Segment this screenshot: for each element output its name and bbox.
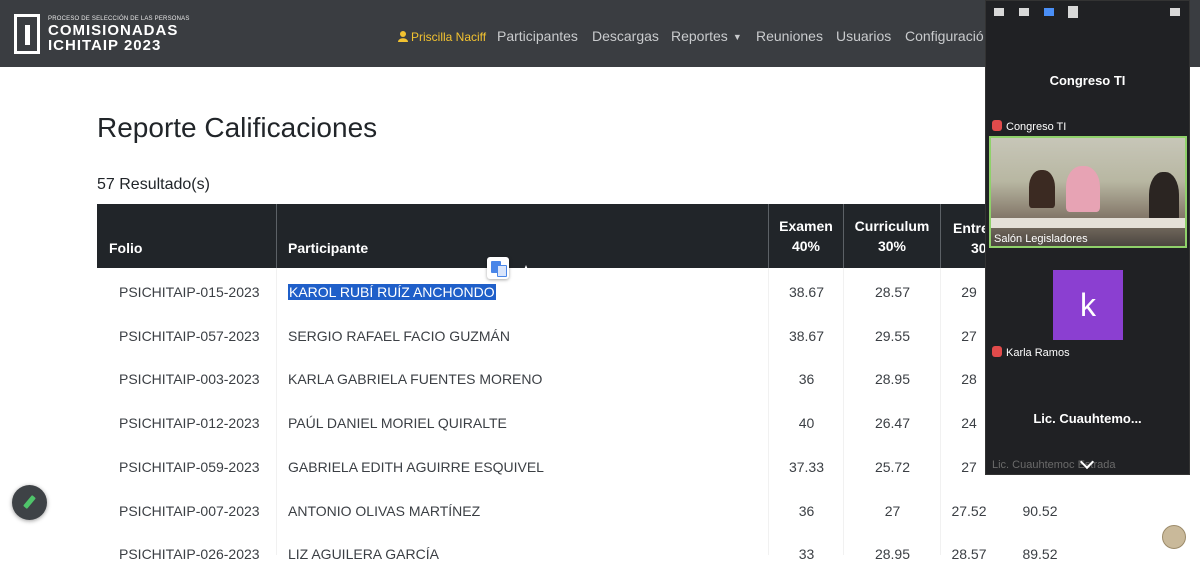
- video-call-panel: Congreso TI Congreso TI Salón Legislador…: [985, 0, 1190, 475]
- table-row[interactable]: PSICHITAIP-007-2023 ANTONIO OLIVAS MARTÍN…: [97, 489, 1058, 533]
- cell-examen: 33: [798, 546, 815, 563]
- cell-nombre: SERGIO RAFAEL FACIO GUZMÁN: [288, 327, 510, 344]
- cell-examen: 37.33: [788, 458, 825, 475]
- cell-examen: 40: [798, 415, 815, 432]
- table-row[interactable]: PSICHITAIP-057-2023 SERGIO RAFAEL FACIO G…: [97, 314, 997, 358]
- mouse-cursor-icon: [520, 265, 532, 279]
- cell-nombre: PAÚL DANIEL MORIEL QUIRALTE: [288, 415, 507, 432]
- participant-tag-3: Karla Ramos: [992, 346, 1070, 359]
- cell-examen: 38.67: [788, 327, 825, 344]
- table-row[interactable]: PSICHITAIP-003-2023 KARLA GABRIELA FUENTE…: [97, 357, 997, 401]
- logo-line-2: ICHITAIP 2023: [48, 37, 162, 54]
- cell-curriculum: 28.57: [874, 284, 911, 300]
- participant-tag-1: Congreso TI: [992, 120, 1066, 133]
- nav-configuracion[interactable]: Configuració: [905, 28, 984, 44]
- cell-curriculum: 29.55: [874, 327, 911, 344]
- cell-examen: 36: [798, 502, 815, 519]
- cell-folio: PSICHITAIP-059-2023: [119, 458, 260, 475]
- cell-curriculum: 28.95: [874, 546, 911, 563]
- window-minimize-icon[interactable]: [994, 8, 1004, 16]
- nav-descargas[interactable]: Descargas: [592, 28, 659, 44]
- cell-total: 89.52: [1022, 546, 1058, 563]
- table-row[interactable]: PSICHITAIP-026-2023 LIZ AGUILERA GARCÍA 33…: [97, 532, 1058, 576]
- participant-video-feed[interactable]: Salón Legisladores: [989, 136, 1187, 248]
- participant-tag-2: Salón Legisladores: [994, 233, 1088, 245]
- table-row[interactable]: PSICHITAIP-015-2023 KAROL RUBÍ RUÍZ ANCHO…: [97, 270, 997, 314]
- cell-nombre: KAROL RUBÍ RUÍZ ANCHONDO: [288, 270, 496, 314]
- cell-total: 90.52: [1022, 502, 1058, 519]
- speaker-view-icon[interactable]: [1044, 8, 1054, 16]
- nav-usuarios[interactable]: Usuarios: [836, 28, 891, 44]
- muted-mic-icon: [992, 120, 1002, 131]
- col-examen[interactable]: Examen 40%: [769, 204, 844, 268]
- cell-folio: PSICHITAIP-007-2023: [119, 502, 260, 519]
- cell-nombre: KARLA GABRIELA FUENTES MORENO: [288, 371, 543, 388]
- results-count: 57 Resultado(s): [97, 176, 210, 193]
- cell-curriculum: 26.47: [874, 415, 911, 432]
- col-folio[interactable]: Folio: [97, 204, 277, 268]
- cell-folio: PSICHITAIP-015-2023: [119, 284, 260, 300]
- logo-line-1: COMISIONADAS: [48, 22, 179, 39]
- col-curriculum[interactable]: Curriculum 30%: [844, 204, 941, 268]
- page-title: Reporte Calificaciones: [97, 112, 378, 143]
- cell-nombre: ANTONIO OLIVAS MARTÍNEZ: [288, 502, 481, 519]
- logo-title[interactable]: COMISIONADAS ICHITAIP 2023: [48, 23, 178, 53]
- cell-nombre: GABRIELA EDITH AGUIRRE ESQUIVEL: [288, 458, 544, 475]
- participant-avatar[interactable]: k: [1053, 270, 1123, 340]
- fullscreen-icon[interactable]: [1170, 8, 1180, 16]
- nav-reportes-label: Reportes: [671, 28, 728, 44]
- col-participante[interactable]: Participante: [277, 204, 769, 268]
- muted-mic-icon: [992, 346, 1002, 357]
- cell-examen: 36: [798, 371, 815, 388]
- cell-curriculum: 28.95: [874, 371, 911, 388]
- cell-examen: 38.67: [788, 284, 825, 300]
- edit-pencil-button[interactable]: [12, 485, 47, 520]
- cell-folio: PSICHITAIP-057-2023: [119, 327, 260, 344]
- participant-name-1: Congreso TI: [1049, 73, 1126, 88]
- translate-icon[interactable]: [487, 257, 509, 279]
- cell-folio: PSICHITAIP-026-2023: [119, 546, 260, 563]
- cell-curriculum: 27: [884, 502, 901, 519]
- participant-tag-4: Lic. Cuauhtemoc Estrada: [992, 459, 1116, 471]
- user-icon: [398, 31, 408, 42]
- user-menu[interactable]: Priscilla Naciff: [398, 30, 486, 44]
- seal-icon: [1162, 525, 1186, 549]
- nav-reuniones[interactable]: Reuniones: [756, 28, 823, 44]
- app-logo-icon[interactable]: [14, 14, 40, 54]
- participant-name-4: Lic. Cuauhtemo...: [1033, 411, 1142, 426]
- user-name: Priscilla Naciff: [411, 30, 487, 44]
- cell-curriculum: 25.72: [874, 458, 911, 475]
- table-row[interactable]: PSICHITAIP-012-2023 PAÚL DANIEL MORIEL QU…: [97, 401, 997, 445]
- cell-folio: PSICHITAIP-003-2023: [119, 371, 260, 388]
- table-header: Folio Participante Examen 40% Curriculum 3…: [97, 204, 997, 268]
- cell-entrevista: 28.57: [951, 546, 987, 563]
- mouse-cursor-icon: [687, 374, 699, 388]
- cell-folio: PSICHITAIP-012-2023: [119, 415, 260, 432]
- table-row[interactable]: PSICHITAIP-059-2023 GABRIELA EDITH AGUIRR…: [97, 445, 997, 489]
- cell-entrevista: 27.52: [951, 502, 987, 519]
- gallery-view-icon[interactable]: [1068, 6, 1078, 18]
- nav-participantes[interactable]: Participantes: [497, 28, 578, 44]
- window-restore-icon[interactable]: [1019, 8, 1029, 16]
- caret-down-icon: ▼: [732, 32, 742, 42]
- nav-reportes[interactable]: Reportes ▼: [671, 28, 742, 44]
- cell-nombre: LIZ AGUILERA GARCÍA: [288, 546, 439, 563]
- selected-text: KAROL RUBÍ RUÍZ ANCHONDO: [288, 284, 496, 300]
